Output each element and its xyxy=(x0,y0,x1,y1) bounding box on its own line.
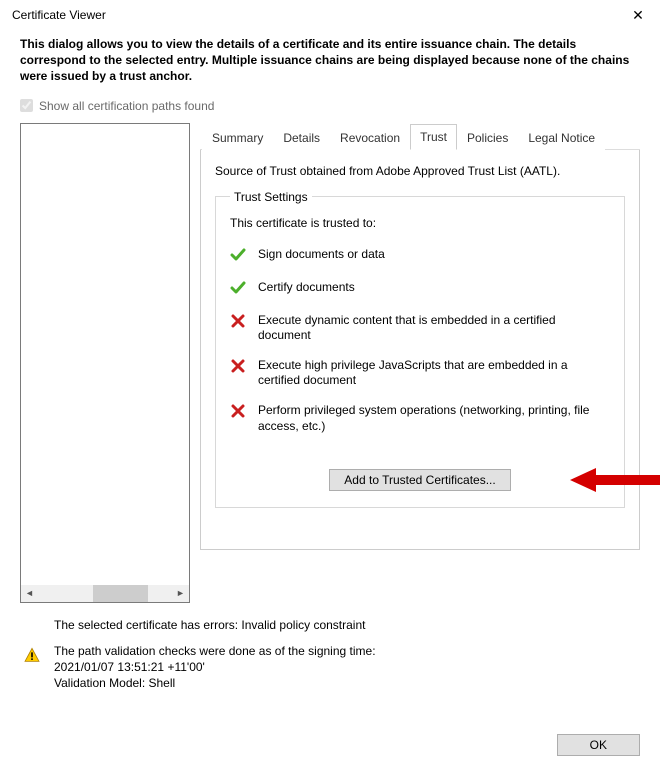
scroll-thumb[interactable] xyxy=(93,585,148,602)
path-validation-line: The path validation checks were done as … xyxy=(54,643,376,659)
permission-item: Sign documents or data xyxy=(230,240,610,273)
trust-settings-legend: Trust Settings xyxy=(230,190,312,204)
tab-details[interactable]: Details xyxy=(273,125,330,150)
check-icon xyxy=(230,247,246,266)
details-panel: SummaryDetailsRevocationTrustPoliciesLeg… xyxy=(200,123,640,550)
add-to-trusted-button[interactable]: Add to Trusted Certificates... xyxy=(329,469,510,491)
status-block: The selected certificate has errors: Inv… xyxy=(0,603,660,692)
scroll-left-arrow-icon[interactable]: ◄ xyxy=(21,585,38,602)
check-icon xyxy=(230,280,246,299)
close-icon[interactable]: ✕ xyxy=(628,8,648,22)
permission-item: Certify documents xyxy=(230,273,610,306)
permission-item: Execute dynamic content that is embedded… xyxy=(230,306,610,351)
tab-policies[interactable]: Policies xyxy=(457,125,518,150)
tab-trust[interactable]: Trust xyxy=(410,124,457,150)
permission-item: Execute high privilege JavaScripts that … xyxy=(230,351,610,396)
permission-text: Execute dynamic content that is embedded… xyxy=(258,313,610,344)
cross-icon xyxy=(230,358,246,377)
permission-text: Execute high privilege JavaScripts that … xyxy=(258,358,610,389)
permission-text: Sign documents or data xyxy=(258,247,610,263)
trusted-to-text: This certificate is trusted to: xyxy=(230,216,610,230)
permission-text: Certify documents xyxy=(258,280,610,296)
trust-source-text: Source of Trust obtained from Adobe Appr… xyxy=(215,164,625,178)
tab-summary[interactable]: Summary xyxy=(202,125,273,150)
tab-legal-notice[interactable]: Legal Notice xyxy=(518,125,605,150)
validation-model-line: Validation Model: Shell xyxy=(54,675,376,691)
annotation-arrow-icon xyxy=(570,465,660,495)
trust-settings-group: Trust Settings This certificate is trust… xyxy=(215,190,625,509)
horizontal-scrollbar[interactable]: ◄ ► xyxy=(21,585,189,602)
tab-strip: SummaryDetailsRevocationTrustPoliciesLeg… xyxy=(200,123,640,150)
error-line: The selected certificate has errors: Inv… xyxy=(54,617,376,633)
show-all-paths-label: Show all certification paths found xyxy=(39,99,214,113)
show-all-paths-input[interactable] xyxy=(20,99,33,112)
show-all-paths-checkbox[interactable]: Show all certification paths found xyxy=(0,95,660,123)
permission-text: Perform privileged system operations (ne… xyxy=(258,403,610,434)
validation-timestamp: 2021/01/07 13:51:21 +11'00' xyxy=(54,659,376,675)
tab-content-trust: Source of Trust obtained from Adobe Appr… xyxy=(200,150,640,550)
cross-icon xyxy=(230,403,246,422)
cross-icon xyxy=(230,313,246,332)
tab-revocation[interactable]: Revocation xyxy=(330,125,410,150)
certificate-listbox[interactable]: ◄ ► xyxy=(20,123,190,603)
dialog-footer: OK xyxy=(557,734,640,756)
warning-icon xyxy=(24,619,40,692)
titlebar: Certificate Viewer ✕ xyxy=(0,0,660,28)
scroll-right-arrow-icon[interactable]: ► xyxy=(172,585,189,602)
permission-item: Perform privileged system operations (ne… xyxy=(230,396,610,441)
permissions-list: Sign documents or data Certify documents E… xyxy=(230,240,610,442)
ok-button[interactable]: OK xyxy=(557,734,640,756)
intro-text: This dialog allows you to view the detai… xyxy=(0,28,660,95)
window-title: Certificate Viewer xyxy=(12,8,106,22)
scroll-track[interactable] xyxy=(38,585,172,602)
